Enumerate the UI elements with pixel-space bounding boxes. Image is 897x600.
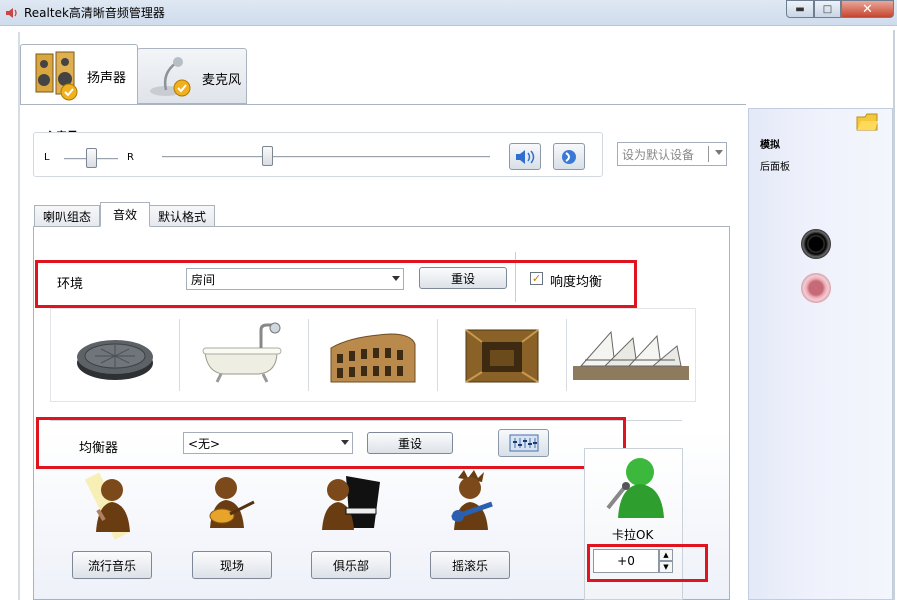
rocker-icon[interactable] [440, 468, 502, 536]
window-title: Realtek高清晰音频管理器 [24, 6, 165, 20]
environment-highlight-box [35, 260, 637, 308]
balance-right-label: R [127, 152, 134, 163]
eq-preset-pop-button[interactable]: 流行音乐 [72, 551, 152, 579]
close-button[interactable]: ✕ [841, 0, 894, 18]
stone-corridor-icon [465, 329, 539, 383]
tab-microphone[interactable]: 麦克风 [137, 48, 247, 104]
pop-singer-icon[interactable] [78, 470, 146, 540]
set-default-device-label: 设为默认设备 [622, 147, 695, 162]
window-controls: ▬ □ ✕ [786, 0, 894, 18]
opera-house-icon [573, 330, 689, 380]
link-button[interactable] [553, 143, 585, 170]
minimize-button[interactable]: ▬ [786, 0, 814, 18]
master-volume-slider-thumb[interactable] [261, 146, 273, 166]
sewer-pipe-icon [77, 340, 153, 380]
environment-preset[interactable] [438, 312, 566, 398]
speaker-volume-icon [516, 149, 535, 164]
balance-left-label: L [44, 152, 50, 163]
chevron-down-icon [715, 150, 723, 155]
pianist-icon[interactable] [316, 468, 384, 536]
folder-icon[interactable] [855, 110, 879, 132]
environment-preset[interactable] [51, 312, 179, 398]
right-border [893, 30, 895, 600]
black-audio-jack[interactable] [801, 229, 831, 259]
colosseum-icon [330, 333, 416, 383]
tab-default-format[interactable]: 默认格式 [149, 205, 215, 227]
tab-sound-effects[interactable]: 音效 [100, 202, 150, 227]
pink-audio-jack[interactable] [801, 273, 831, 303]
environment-preset[interactable] [180, 312, 308, 398]
master-volume-slider-track[interactable] [162, 156, 490, 158]
eq-preset-rock-button[interactable]: 摇滚乐 [430, 551, 510, 579]
speaker-app-icon [5, 6, 19, 20]
info-globe-icon [562, 149, 576, 164]
eq-preset-live-button[interactable]: 现场 [192, 551, 272, 579]
karaoke-singer-icon [606, 458, 664, 518]
karaoke-highlight-box [587, 544, 708, 582]
guitarist-icon[interactable] [196, 470, 262, 536]
side-panel-title: 模拟 [760, 140, 780, 151]
dropdown-divider [708, 146, 709, 162]
equalizer-highlight-box [36, 417, 626, 469]
set-default-device-dropdown[interactable]: 设为默认设备 [617, 142, 727, 166]
speakers-icon [35, 51, 78, 101]
maximize-button[interactable]: □ [814, 0, 841, 18]
environment-presets-strip [50, 308, 696, 402]
environment-preset[interactable] [567, 312, 695, 398]
side-panel-subtitle: 后面板 [760, 162, 790, 173]
balance-slider-thumb[interactable] [86, 148, 97, 168]
environment-preset[interactable] [309, 312, 437, 398]
connector-panel [748, 108, 893, 600]
karaoke-label: 卡拉OK [612, 528, 654, 542]
tab-speakers-label: 扬声器 [87, 71, 127, 86]
bathtub-icon [202, 322, 282, 383]
microphone-icon [150, 57, 191, 97]
tab-microphone-label: 麦克风 [202, 73, 242, 88]
tab-speaker-config[interactable]: 喇叭组态 [34, 205, 100, 227]
mute-button[interactable] [509, 143, 541, 170]
eq-preset-club-button[interactable]: 俱乐部 [311, 551, 391, 579]
tab-speakers[interactable]: 扬声器 [20, 44, 138, 106]
